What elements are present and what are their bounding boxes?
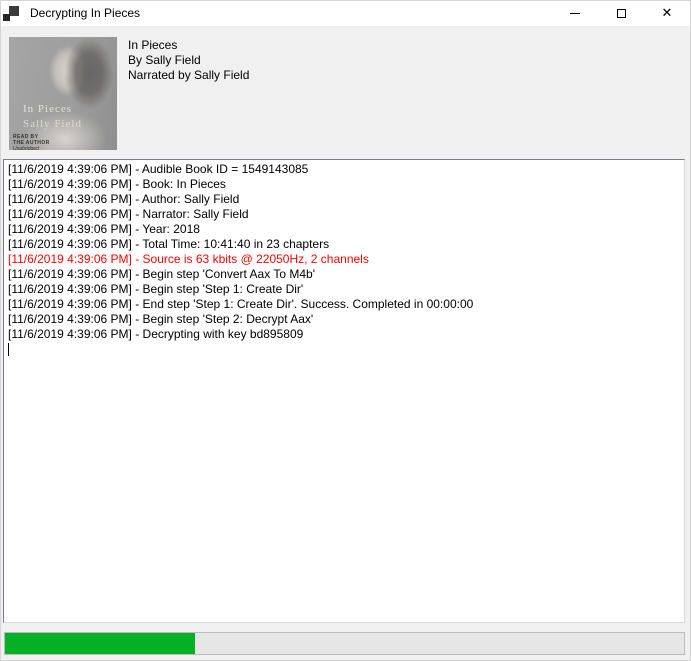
maximize-icon — [617, 9, 626, 18]
log-line: [11/6/2019 4:39:06 PM] - Begin step 'Ste… — [8, 282, 680, 297]
log-line: [11/6/2019 4:39:06 PM] - Book: In Pieces — [8, 177, 680, 192]
log-line: [11/6/2019 4:39:06 PM] - Year: 2018 — [8, 222, 680, 237]
log-line: [11/6/2019 4:39:06 PM] - Audible Book ID… — [8, 162, 680, 177]
book-info: In Pieces By Sally Field Narrated by Sal… — [128, 38, 249, 83]
window-controls: ✕ — [552, 1, 690, 26]
progress-fill — [5, 633, 195, 654]
close-icon: ✕ — [662, 7, 673, 20]
book-author: By Sally Field — [128, 53, 249, 68]
app-icon-square-large — [9, 6, 19, 16]
close-button[interactable]: ✕ — [644, 1, 690, 26]
log-line: [11/6/2019 4:39:06 PM] - Begin step 'Ste… — [8, 312, 680, 327]
log-line: [11/6/2019 4:39:06 PM] - Decrypting with… — [8, 327, 680, 342]
app-window: Decrypting In Pieces ✕ In Pieces Sally F… — [0, 0, 691, 661]
app-icon — [3, 6, 19, 22]
log-textbox[interactable]: [11/6/2019 4:39:06 PM] - Audible Book ID… — [3, 159, 685, 623]
cover-unabridged-text: Unabridged — [13, 146, 39, 150]
log-line: [11/6/2019 4:39:06 PM] - Begin step 'Con… — [8, 267, 680, 282]
book-cover-image: In Pieces Sally Field READ BY THE AUTHOR… — [9, 37, 117, 150]
log-line: [11/6/2019 4:39:06 PM] - Source is 63 kb… — [8, 252, 680, 267]
cover-readby-text: READ BY THE AUTHOR — [13, 134, 50, 146]
text-caret — [8, 343, 9, 356]
log-line: [11/6/2019 4:39:06 PM] - Narrator: Sally… — [8, 207, 680, 222]
log-line: [11/6/2019 4:39:06 PM] - Author: Sally F… — [8, 192, 680, 207]
log-lines: [11/6/2019 4:39:06 PM] - Audible Book ID… — [8, 162, 680, 342]
book-narrator: Narrated by Sally Field — [128, 68, 249, 83]
window-title: Decrypting In Pieces — [30, 1, 140, 26]
minimize-button[interactable] — [552, 1, 598, 26]
minimize-icon — [570, 13, 580, 14]
book-title: In Pieces — [128, 38, 249, 53]
progress-bar — [4, 632, 685, 655]
cover-title-text: In Pieces — [23, 103, 72, 115]
log-line: [11/6/2019 4:39:06 PM] - Total Time: 10:… — [8, 237, 680, 252]
log-line: [11/6/2019 4:39:06 PM] - End step 'Step … — [8, 297, 680, 312]
maximize-button[interactable] — [598, 1, 644, 26]
app-icon-square-small — [3, 14, 10, 21]
cover-author-text: Sally Field — [23, 118, 82, 130]
title-bar[interactable]: Decrypting In Pieces ✕ — [1, 1, 690, 26]
